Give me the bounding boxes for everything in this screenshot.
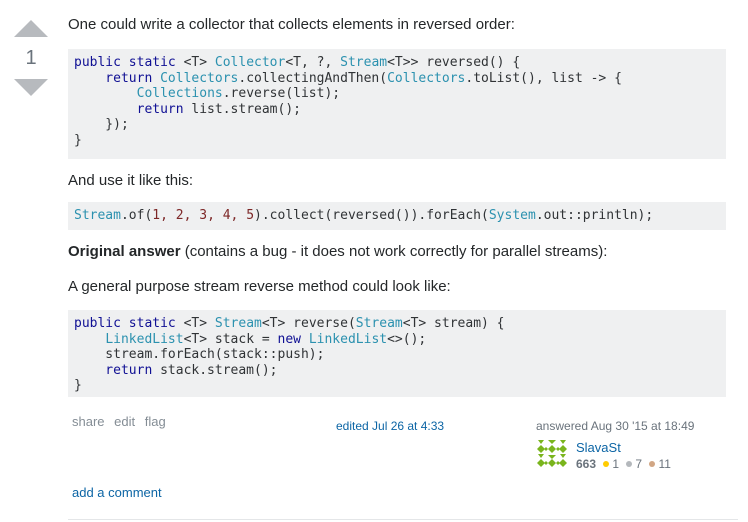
code-token: public static bbox=[74, 316, 184, 331]
code-token: .of( bbox=[120, 208, 153, 223]
code-token: Stream bbox=[340, 55, 388, 70]
user-stats: 663 1 7 11 bbox=[576, 457, 671, 471]
code-token: <T>> reversed() { bbox=[387, 55, 521, 70]
code-token: Collector bbox=[214, 55, 286, 70]
code-token: Stream bbox=[355, 316, 403, 331]
code-token: stream.forEach(stack::push); bbox=[74, 347, 325, 363]
answered-time: answered Aug 30 '15 at 18:49 bbox=[536, 419, 695, 433]
code-token: }); bbox=[74, 117, 129, 133]
code-block-collector: public static <T> Collector<T, ?, Stream… bbox=[68, 49, 726, 159]
code-token: list.stream(); bbox=[191, 101, 301, 117]
bronze-badge-count: 11 bbox=[658, 457, 671, 471]
code-token: stack.stream(); bbox=[160, 362, 278, 378]
code-token: ).collect(reversed()).forEach( bbox=[254, 208, 489, 223]
code-token: Collectors bbox=[160, 70, 239, 86]
vote-cell: 1 bbox=[14, 20, 48, 96]
code-token: <T, ?, bbox=[285, 55, 341, 70]
code-token: <T> reverse( bbox=[261, 316, 356, 331]
code-token: return bbox=[74, 101, 192, 117]
silver-badge-count: 7 bbox=[635, 457, 643, 471]
user-name[interactable]: SlavaSt bbox=[576, 440, 621, 455]
code-token: <T> bbox=[183, 316, 215, 331]
upvote-arrow-icon[interactable] bbox=[14, 20, 48, 37]
code-token: .collectingAndThen( bbox=[238, 70, 388, 86]
code-token: Stream bbox=[74, 208, 121, 223]
code-token: LinkedList bbox=[308, 331, 388, 347]
original-answer-bold: Original answer bbox=[68, 243, 181, 260]
code-token: <T> bbox=[183, 55, 215, 70]
code-block-reverse: public static <T> Stream<T> reverse(Stre… bbox=[68, 310, 726, 397]
code-token: <T> stack = bbox=[183, 331, 278, 347]
general-intro-text: A general purpose stream reverse method … bbox=[68, 278, 451, 295]
code-token: <T> stream) { bbox=[402, 316, 505, 331]
intro-text: One could write a collector that collect… bbox=[68, 16, 515, 33]
code-token: Collections bbox=[136, 86, 223, 102]
gold-badge-count: 1 bbox=[612, 457, 620, 471]
code-token: new bbox=[277, 331, 309, 347]
code-token: } bbox=[74, 378, 82, 394]
code-token: Collectors bbox=[387, 70, 466, 86]
flag-link[interactable]: flag bbox=[145, 414, 166, 429]
vote-count: 1 bbox=[25, 47, 37, 69]
usage-text: And use it like this: bbox=[68, 172, 194, 189]
bronze-badge-icon bbox=[649, 461, 656, 467]
post-menu: share edit flag bbox=[72, 414, 172, 429]
silver-badge-icon bbox=[626, 461, 633, 467]
code-token: return bbox=[74, 70, 161, 86]
gold-badge-icon bbox=[603, 461, 610, 467]
code-token: } bbox=[74, 132, 82, 148]
add-comment-link[interactable]: add a comment bbox=[72, 485, 162, 500]
share-link[interactable]: share bbox=[72, 414, 105, 429]
divider bbox=[68, 519, 738, 520]
code-token: LinkedList bbox=[105, 331, 184, 347]
code-token: System bbox=[488, 208, 536, 223]
edit-link[interactable]: edit bbox=[114, 414, 135, 429]
code-token: <>(); bbox=[387, 331, 427, 347]
code-token: return bbox=[74, 362, 161, 378]
code-token: .reverse(list); bbox=[222, 86, 341, 102]
code-token: Stream bbox=[214, 316, 262, 331]
user-avatar[interactable] bbox=[536, 438, 568, 470]
edited-link[interactable]: edited Jul 26 at 4:33 bbox=[336, 419, 444, 433]
downvote-arrow-icon[interactable] bbox=[14, 79, 48, 96]
original-answer-text: Original answer (contains a bug - it doe… bbox=[68, 242, 607, 262]
original-answer-rest: (contains a bug - it does not work corre… bbox=[180, 243, 608, 260]
code-token: 1, 2, 3, 4, 5 bbox=[152, 208, 255, 223]
code-block-usage: Stream.of(1, 2, 3, 4, 5).collect(reverse… bbox=[68, 202, 726, 230]
code-token: .out::println); bbox=[535, 208, 654, 223]
code-token: .toList(), list -> { bbox=[465, 70, 622, 86]
code-token: public static bbox=[74, 55, 184, 70]
reputation-score: 663 bbox=[576, 457, 597, 471]
